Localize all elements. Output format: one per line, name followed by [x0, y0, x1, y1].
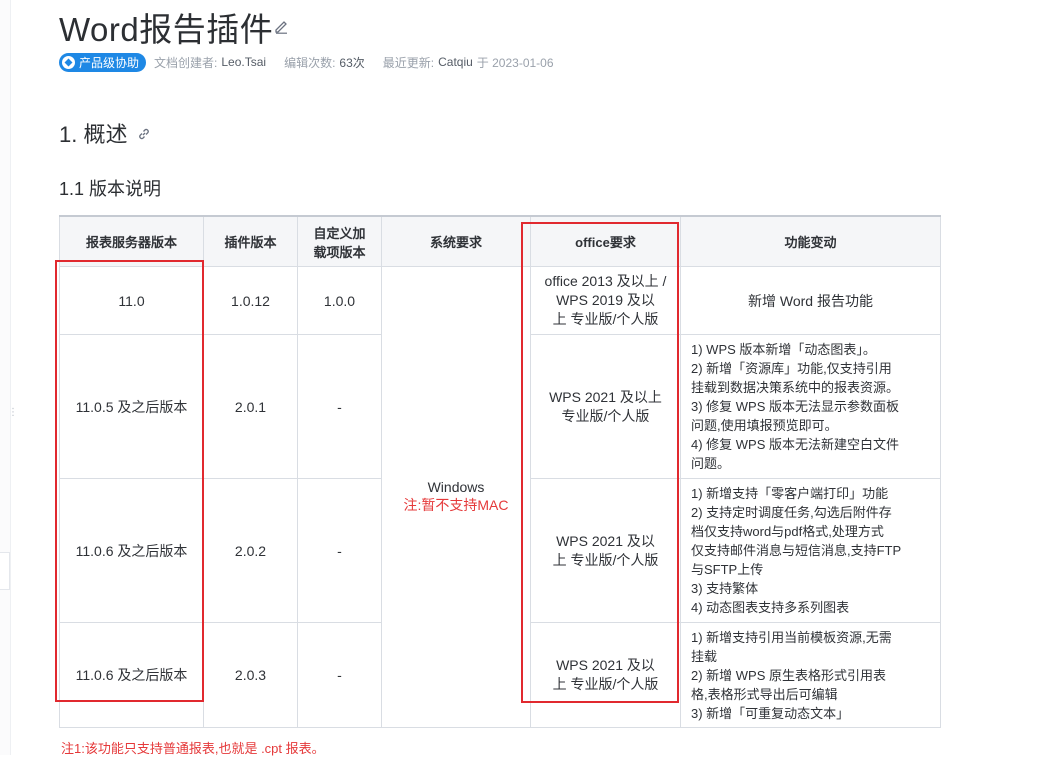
- creator-label: 文档创建者:: [154, 55, 218, 70]
- highlight-box-server-column: [55, 260, 204, 702]
- cell-system: Windows 注:暂不支持MAC: [381, 266, 531, 728]
- col-header-server: 报表服务器版本: [59, 215, 204, 267]
- cell-func: 1) WPS 版本新增「动态图表」。 2) 新增「资源库」功能,仅支持引用 挂载到数…: [680, 334, 941, 479]
- sidebar-toggle[interactable]: [0, 552, 10, 590]
- cell-func: 1) 新增支持引用当前模板资源,无需 挂载 2) 新增 WPS 原生表格形式引用表格…: [680, 622, 941, 728]
- section-heading-overview: 1. 概述: [59, 122, 128, 147]
- left-rail: [0, 0, 11, 755]
- cell-custom: -: [297, 334, 382, 479]
- col-header-system: 系统要求: [381, 215, 531, 267]
- cell-plugin: 1.0.12: [203, 266, 298, 335]
- cell-custom: -: [297, 622, 382, 728]
- anchor-link-icon[interactable]: [137, 127, 151, 141]
- updated-label: 最近更新:: [382, 55, 435, 70]
- col-header-custom: 自定义加 载项版本: [297, 215, 382, 267]
- page-title: Word报告插件: [59, 11, 274, 48]
- cell-custom: -: [297, 478, 382, 623]
- updated-on: 于 2023-01-06: [476, 55, 554, 70]
- resize-handle[interactable]: ⋮: [8, 408, 18, 426]
- cube-icon: [62, 55, 75, 69]
- col-header-func: 功能变动: [680, 215, 941, 267]
- footnote: 注1:该功能只支持普通报表,也就是 .cpt 报表。: [61, 741, 325, 756]
- edits-label: 编辑次数:: [284, 55, 336, 70]
- system-note: 注:暂不支持MAC: [403, 497, 509, 513]
- cell-plugin: 2.0.2: [203, 478, 298, 623]
- edit-icon[interactable]: [273, 18, 289, 34]
- highlight-box-office-column: [521, 222, 679, 703]
- table-header-row: 报表服务器版本 插件版本 自定义加 载项版本 系统要求 office要求 功能变动: [59, 215, 941, 267]
- product-badge[interactable]: 产品级协助: [59, 52, 147, 72]
- cell-plugin: 2.0.3: [203, 622, 298, 728]
- cell-plugin: 2.0.1: [203, 334, 298, 479]
- cell-func: 新增 Word 报告功能: [680, 266, 941, 335]
- cell-func: 1) 新增支持「零客户端打印」功能 2) 支持定时调度任务,勾选后附件存 档仅支持w…: [680, 478, 941, 623]
- cell-custom: 1.0.0: [297, 266, 382, 335]
- doc-meta: 产品级协助 文档创建者: Leo.Tsai 编辑次数: 63次 最近更新: Ca…: [59, 52, 554, 72]
- system-os: Windows: [427, 479, 485, 495]
- updated-by[interactable]: Catqiu: [438, 55, 473, 69]
- creator-name[interactable]: Leo.Tsai: [221, 55, 266, 69]
- col-header-plugin: 插件版本: [203, 215, 298, 267]
- badge-label: 产品级协助: [79, 55, 140, 70]
- edits-count: 63次: [339, 55, 365, 70]
- section-heading-version: 1.1 版本说明: [59, 179, 162, 199]
